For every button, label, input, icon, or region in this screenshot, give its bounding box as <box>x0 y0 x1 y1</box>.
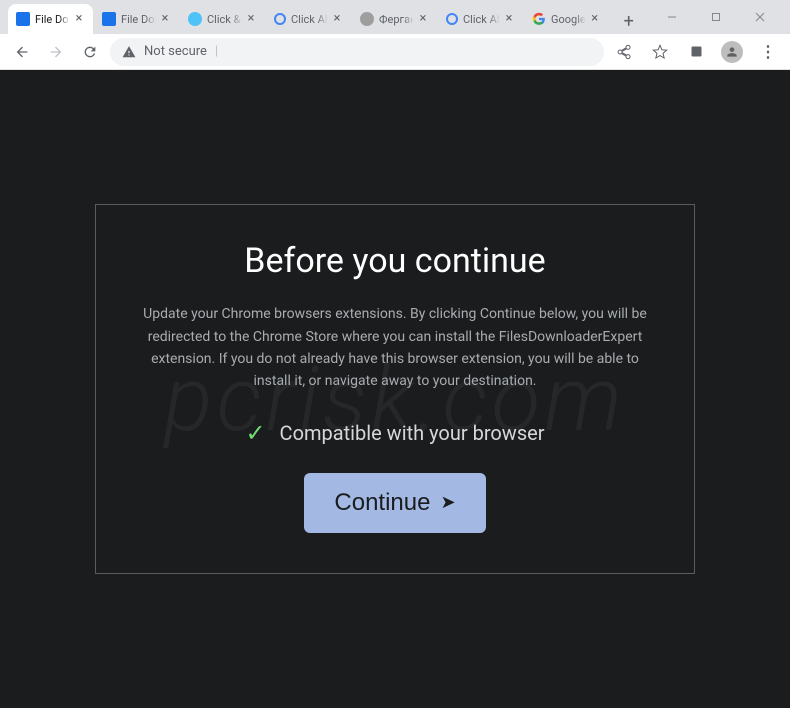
reload-button[interactable] <box>76 38 104 66</box>
close-window-button[interactable] <box>738 2 782 32</box>
browser-window: File Downl... × File Downl... × Click &q… <box>0 0 790 708</box>
close-icon[interactable]: × <box>503 13 515 25</box>
bookmark-icon[interactable] <box>646 38 674 66</box>
tab-click-allow-0[interactable]: Click Allow × <box>266 4 351 34</box>
tab-title: Google <box>551 13 586 26</box>
compatibility-row: ✓ Compatible with your browser <box>134 419 656 447</box>
favicon-icon <box>16 12 30 26</box>
plus-icon: + <box>624 11 634 32</box>
tab-file-download-1[interactable]: File Downl... × <box>94 4 179 34</box>
menu-button[interactable]: ⋮ <box>754 38 782 66</box>
continue-button-label: Continue <box>334 489 430 517</box>
checkmark-icon: ✓ <box>245 419 265 447</box>
tab-strip: File Downl... × File Downl... × Click &q… <box>0 0 790 34</box>
tab-click-allow-1[interactable]: Click Allow × <box>438 4 523 34</box>
omnibox-separator: | <box>215 44 218 59</box>
favicon-icon <box>446 13 458 25</box>
page-content: pcrisk.com Before you continue Update yo… <box>0 70 790 708</box>
address-bar[interactable]: Not secure | <box>110 38 604 66</box>
continue-modal: Before you continue Update your Chrome b… <box>95 204 695 574</box>
close-icon[interactable]: × <box>245 13 257 25</box>
tab-file-download-0[interactable]: File Downl... × <box>8 4 93 34</box>
close-icon[interactable]: × <box>417 13 429 25</box>
share-icon[interactable] <box>610 38 638 66</box>
favicon-icon <box>102 12 116 26</box>
not-secure-icon <box>122 45 136 59</box>
continue-button[interactable]: Continue ➤ <box>304 473 485 533</box>
arrow-right-icon: ➤ <box>440 492 455 513</box>
tab-title: Click Allow <box>463 13 500 26</box>
favicon-icon <box>360 12 374 26</box>
tab-google[interactable]: Google × <box>524 4 609 34</box>
close-icon[interactable]: × <box>331 13 343 25</box>
close-icon[interactable]: × <box>159 13 171 25</box>
modal-heading: Before you continue <box>134 241 656 281</box>
toolbar-right: ⋮ <box>610 38 782 66</box>
tab-title: File Downl... <box>121 13 156 26</box>
tab-fergana[interactable]: Фергана - ... × <box>352 4 437 34</box>
google-favicon-icon <box>532 12 546 26</box>
favicon-icon <box>274 13 286 25</box>
tab-title: Фергана - ... <box>379 13 414 26</box>
kebab-icon: ⋮ <box>760 42 776 61</box>
tab-title: Click &quo... <box>207 13 242 26</box>
security-status-text: Not secure <box>144 44 207 59</box>
back-button[interactable] <box>8 38 36 66</box>
close-icon[interactable]: × <box>73 13 85 25</box>
profile-avatar[interactable] <box>718 38 746 66</box>
close-icon[interactable]: × <box>589 13 601 25</box>
forward-button[interactable] <box>42 38 70 66</box>
window-controls <box>650 0 782 34</box>
tab-title: File Downl... <box>35 13 70 26</box>
maximize-button[interactable] <box>694 2 738 32</box>
avatar-icon <box>721 41 743 63</box>
compatibility-text: Compatible with your browser <box>280 421 545 445</box>
extensions-icon[interactable] <box>682 38 710 66</box>
new-tab-button[interactable]: + <box>616 8 642 34</box>
tab-click-quo[interactable]: Click &quo... × <box>180 4 265 34</box>
minimize-button[interactable] <box>650 2 694 32</box>
tab-title: Click Allow <box>291 13 328 26</box>
favicon-icon <box>188 12 202 26</box>
modal-body-text: Update your Chrome browsers extensions. … <box>134 303 656 393</box>
toolbar: Not secure | ⋮ <box>0 34 790 70</box>
